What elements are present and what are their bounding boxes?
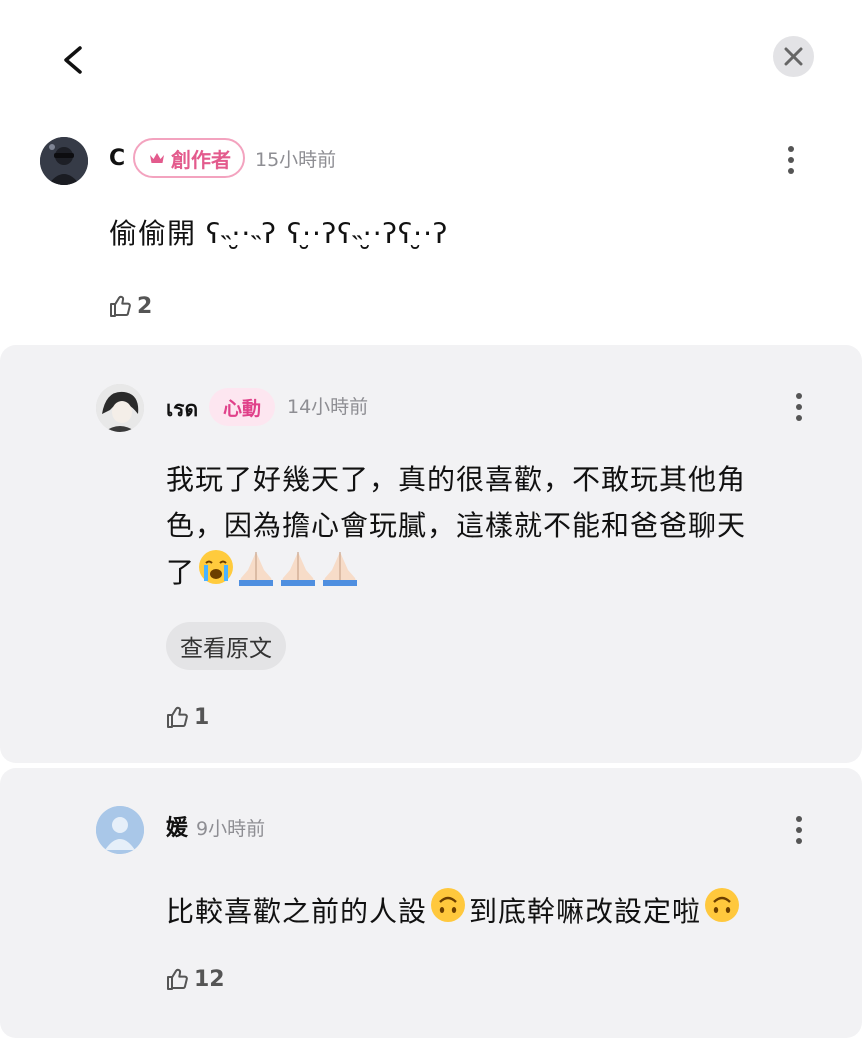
- folded-hands-emoji: [235, 548, 277, 599]
- back-button[interactable]: [56, 40, 92, 80]
- username[interactable]: C: [109, 144, 125, 174]
- more-options-button[interactable]: [771, 138, 811, 182]
- upside-down-face-emoji: [703, 886, 741, 937]
- reply-text: 比較喜歡之前的人設 到底幹嘛改設定啦: [166, 886, 741, 937]
- default-user-icon: [96, 806, 144, 854]
- affection-badge: 心動: [209, 388, 276, 426]
- thumbs-up-icon: [167, 968, 188, 990]
- folded-hands-emoji: [277, 548, 319, 599]
- like-count: 2: [137, 293, 153, 319]
- reply-text-last-line: 了: [166, 548, 826, 599]
- upside-down-face-emoji: [429, 886, 467, 937]
- timestamp: 14小時前: [287, 396, 369, 418]
- username[interactable]: 媛: [166, 814, 188, 844]
- close-button[interactable]: [773, 36, 814, 77]
- folded-hands-emoji: [319, 548, 361, 599]
- creator-badge: 創作者: [133, 138, 245, 178]
- reply-text-line: 了: [166, 556, 196, 589]
- timestamp: 15小時前: [255, 149, 337, 171]
- thumbs-up-icon: [167, 706, 188, 728]
- creator-badge-label: 創作者: [171, 147, 231, 172]
- close-icon: [784, 47, 803, 66]
- more-options-button[interactable]: [779, 808, 819, 852]
- reply-item: เรด 心動 14小時前 我玩了好幾天了，真的很喜歡，不敢玩其他角 色，因為擔心…: [0, 345, 862, 763]
- reply-text-line: 色，因為擔心會玩膩，這樣就不能和爸爸聊天: [166, 509, 747, 542]
- reply-text-part: 比較喜歡之前的人設: [166, 894, 428, 928]
- like-button[interactable]: 2: [109, 291, 152, 321]
- reply-item: 媛 9小時前 比較喜歡之前的人設 到底幹嘛改設定啦 12: [0, 768, 862, 1038]
- avatar[interactable]: [96, 806, 144, 854]
- comment-item: C 創作者 15小時前 偷偷開 ʕ˵·̮·˵ʔ ʕ·̮·ʔʕ˵·̮·ʔʕ·̮·ʔ…: [0, 120, 862, 340]
- timestamp: 9小時前: [196, 818, 266, 840]
- reply-text: 我玩了好幾天了，真的很喜歡，不敢玩其他角 色，因為擔心會玩膩，這樣就不能和爸爸聊…: [166, 458, 826, 596]
- reply-text-part: 到底幹嘛改設定啦: [469, 894, 702, 928]
- comment-text: 偷偷開 ʕ˵·̮·˵ʔ ʕ·̮·ʔʕ˵·̮·ʔʕ·̮·ʔ: [109, 217, 449, 250]
- like-count: 1: [194, 704, 210, 730]
- avatar[interactable]: [96, 384, 144, 432]
- crown-icon: [149, 152, 165, 164]
- avatar[interactable]: [40, 137, 88, 185]
- chevron-left-icon: [64, 46, 82, 74]
- avatar-image: [40, 137, 88, 185]
- view-original-button[interactable]: 查看原文: [166, 622, 286, 670]
- crying-face-emoji: [197, 548, 235, 599]
- like-button[interactable]: 1: [166, 702, 209, 732]
- top-bar: [0, 0, 862, 120]
- thumbs-up-icon: [110, 295, 131, 317]
- more-options-button[interactable]: [779, 385, 819, 429]
- avatar-image: [96, 384, 144, 432]
- like-button[interactable]: 12: [166, 964, 225, 994]
- like-count: 12: [194, 966, 225, 992]
- reply-text-line: 我玩了好幾天了，真的很喜歡，不敢玩其他角: [166, 463, 747, 496]
- username[interactable]: เรด: [166, 394, 198, 424]
